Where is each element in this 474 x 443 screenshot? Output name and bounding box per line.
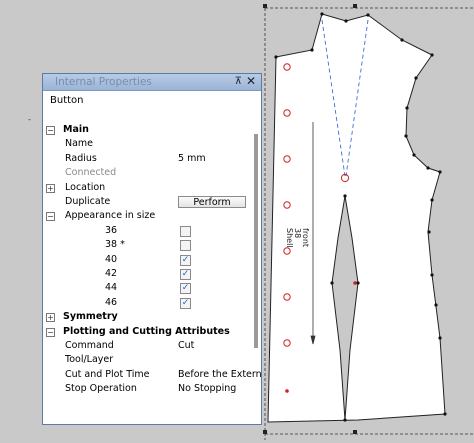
property-row[interactable]: − Main	[43, 123, 253, 137]
property-scrollbar[interactable]	[254, 134, 258, 348]
property-row[interactable]: 46 ✓	[43, 296, 253, 310]
group-label: Plotting and Cutting Attributes	[63, 325, 230, 337]
property-label: Radius	[65, 152, 97, 164]
size-label: 38 *	[105, 239, 125, 251]
size-label: 44	[105, 282, 118, 294]
property-value[interactable]: 5 mm	[178, 152, 206, 166]
property-label: Name	[65, 138, 94, 150]
property-row[interactable]: + Symmetry	[43, 310, 253, 324]
dart-point-marker[interactable]	[353, 281, 357, 285]
panel-title: Internal Properties	[55, 76, 152, 88]
size-label: 42	[105, 268, 118, 279]
property-value[interactable]: Before the Extern	[178, 368, 262, 382]
property-row[interactable]: 38 *	[43, 238, 253, 252]
size-checkbox-checked[interactable]: ✓	[180, 297, 191, 309]
group-label: Appearance in size	[65, 210, 156, 222]
property-value[interactable]: Cut	[178, 339, 194, 353]
property-row[interactable]: Name	[43, 137, 253, 151]
property-label: Command	[65, 340, 114, 351]
size-checkbox-checked[interactable]: ✓	[180, 283, 191, 295]
property-value[interactable]: No Stopping	[178, 382, 236, 396]
group-label: Main	[63, 124, 89, 135]
property-row[interactable]: Duplicate Perform	[43, 195, 253, 209]
property-row[interactable]: + Location	[43, 181, 253, 195]
property-label: Stop Operation	[65, 383, 137, 395]
property-row[interactable]: 42 ✓	[43, 267, 253, 281]
button-marker[interactable]	[285, 389, 289, 393]
property-row[interactable]: Connected	[43, 166, 253, 180]
property-row[interactable]: 36	[43, 224, 253, 238]
property-row[interactable]: Command Cut	[43, 339, 253, 353]
property-row[interactable]: Stop Operation No Stopping	[43, 382, 253, 396]
internal-properties-panel[interactable]: Internal Properties ⊼ ✕ Button − Main Name…	[42, 73, 262, 425]
property-row[interactable]: Cut and Plot Time Before the Extern	[43, 368, 262, 382]
size-label: 36	[105, 224, 118, 236]
size-label: 46	[105, 296, 118, 308]
size-checkbox[interactable]	[180, 225, 191, 237]
property-row[interactable]: 40 ✓	[43, 253, 253, 267]
collapse-icon[interactable]: −	[46, 126, 55, 135]
panel-title-bar[interactable]: Internal Properties ⊼ ✕	[43, 74, 261, 91]
size-checkbox[interactable]	[180, 240, 191, 252]
size-checkbox-checked[interactable]: ✓	[180, 269, 191, 280]
expand-icon[interactable]: +	[46, 183, 55, 193]
close-icon[interactable]: ✕	[246, 73, 256, 89]
object-type-label: Button	[50, 95, 84, 106]
property-label: Cut and Plot Time	[65, 368, 150, 380]
property-row[interactable]: Tool/Layer	[43, 353, 253, 367]
property-row[interactable]: 44 ✓	[43, 281, 253, 295]
size-label: 40	[105, 253, 118, 265]
property-row[interactable]: − Plotting and Cutting Attributes	[43, 325, 253, 339]
property-row[interactable]: − Appearance in size	[43, 209, 253, 223]
property-row[interactable]: Radius 5 mm	[43, 152, 253, 166]
group-label: Location	[65, 181, 106, 193]
collapse-icon[interactable]: −	[46, 212, 55, 222]
property-label: Tool/Layer	[65, 354, 114, 366]
cursor-tick: -	[28, 115, 31, 124]
pin-icon[interactable]: ⊼	[235, 74, 242, 90]
property-label: Connected	[65, 167, 117, 179]
group-label: Symmetry	[63, 311, 118, 323]
perform-button[interactable]: Perform	[178, 196, 246, 208]
property-label: Duplicate	[65, 196, 111, 207]
collapse-icon[interactable]: −	[46, 327, 55, 337]
expand-icon[interactable]: +	[46, 313, 55, 323]
pattern-piece-front[interactable]	[267, 13, 446, 423]
size-checkbox-checked[interactable]: ✓	[180, 254, 191, 266]
